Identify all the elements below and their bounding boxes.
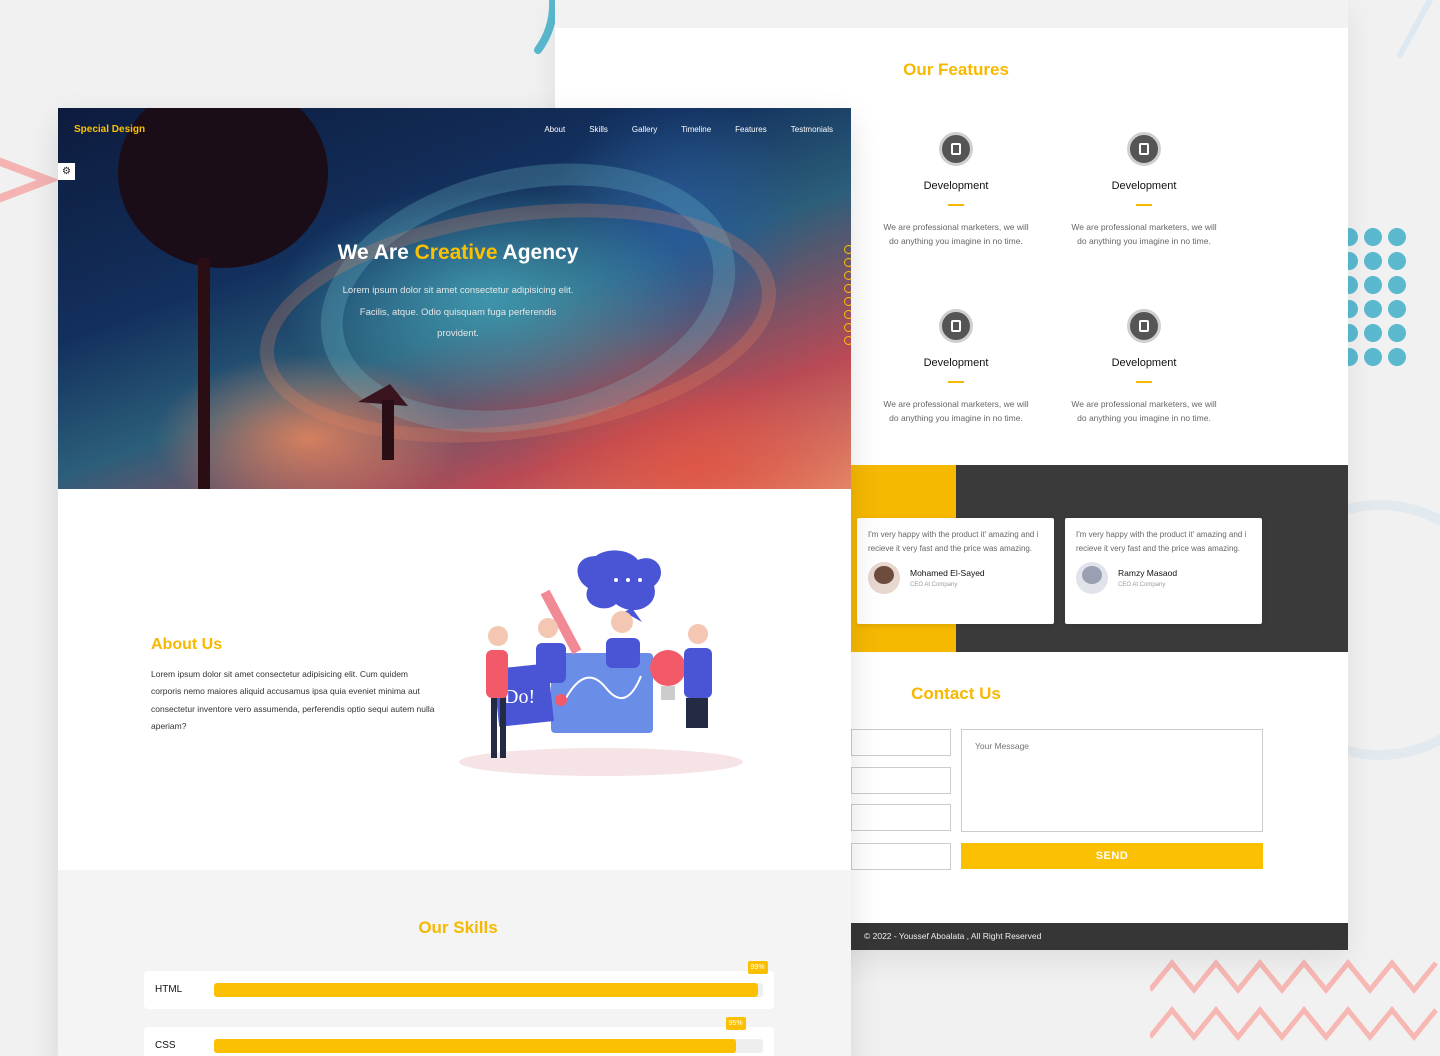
send-button[interactable]: SEND [961, 843, 1263, 869]
previous-section-strip [555, 0, 1348, 28]
zigzag-decoration-icon [1150, 959, 1438, 1041]
feature-card: Development We are professional marketer… [1069, 309, 1219, 425]
testimonial-card: I'm very happy with the product it' amaz… [857, 518, 1054, 624]
feature-card: Development We are professional marketer… [881, 309, 1031, 425]
feature-title: Development [1111, 180, 1177, 192]
about-title: About Us [151, 636, 223, 653]
feature-text: We are professional marketers, we will d… [883, 222, 1029, 246]
skill-progress-track: 99% [214, 961, 768, 997]
hero-title: We Are Creative Agency [58, 241, 851, 265]
message-field[interactable] [961, 729, 1263, 832]
skill-progress-fill [214, 983, 758, 997]
feature-text: We are professional marketers, we will d… [883, 399, 1029, 423]
hero-title-suffix: Agency [497, 241, 579, 264]
bullet-dot[interactable] [844, 284, 851, 293]
calendar-icon [1127, 309, 1161, 343]
email-field[interactable] [851, 767, 951, 794]
feature-card: Development We are professional marketer… [1069, 132, 1219, 248]
copy-icon [939, 309, 973, 343]
avatar [868, 562, 900, 594]
bullet-dot[interactable] [844, 336, 851, 345]
testimonial-role: CEO At Company [910, 582, 958, 588]
svg-text:Do!: Do! [504, 686, 535, 708]
skills-section: Our Skills HTML 99% CSS 95% [58, 870, 851, 1056]
feature-text: We are professional marketers, we will d… [1071, 222, 1217, 246]
team-illustration: Do! [459, 550, 743, 776]
testimonial-quote: I'm very happy with the product it' amaz… [1076, 530, 1247, 553]
testimonial-name: Mohamed El-Sayed [910, 568, 985, 578]
document-icon [1127, 132, 1161, 166]
skill-row: HTML 99% [144, 961, 774, 1009]
dot-grid-decoration [1340, 228, 1420, 368]
bullet-dot[interactable] [844, 297, 851, 306]
feature-divider [1136, 381, 1152, 383]
feature-card: Development We are professional marketer… [881, 132, 1031, 248]
feature-divider [948, 204, 964, 206]
feature-divider [1136, 204, 1152, 206]
nav-item-about[interactable]: About [544, 125, 565, 134]
skill-name: CSS [155, 1040, 176, 1051]
bullet-dot[interactable] [844, 323, 851, 332]
nav-item-testimonials[interactable]: Testmonials [791, 125, 833, 134]
bullet-dot[interactable] [844, 310, 851, 319]
nav-item-gallery[interactable]: Gallery [632, 125, 657, 134]
footer: © 2022 - Youssef Aboalata , All Right Re… [851, 923, 1348, 950]
bullet-dot[interactable] [844, 245, 851, 254]
testimonial-name: Ramzy Masaod [1118, 568, 1178, 578]
nav-item-timeline[interactable]: Timeline [681, 125, 711, 134]
skill-percent-badge: 99% [747, 961, 768, 974]
feature-divider [948, 381, 964, 383]
testimonial-quote: I'm very happy with the product it' amaz… [868, 530, 1039, 553]
feature-title: Development [923, 180, 989, 192]
chevron-decoration-icon [0, 157, 60, 203]
about-text: Lorem ipsum dolor sit amet consectetur a… [151, 669, 435, 731]
skill-progress-track: 95% [214, 1017, 763, 1053]
testimonial-role: CEO At Company [1118, 582, 1166, 588]
skill-progress-fill [214, 1039, 736, 1053]
features-title: Our Features [903, 60, 1009, 79]
main-nav: About Skills Gallery Timeline Features T… [544, 125, 833, 134]
bullet-dot[interactable] [844, 271, 851, 280]
skill-name: HTML [155, 984, 183, 995]
hero-text: Lorem ipsum dolor sit amet consectetur a… [342, 285, 574, 339]
phone-field[interactable] [851, 804, 951, 831]
nav-item-skills[interactable]: Skills [589, 125, 608, 134]
nav-item-features[interactable]: Features [735, 125, 767, 134]
subject-field[interactable] [851, 843, 951, 870]
name-field[interactable] [851, 729, 951, 756]
database-icon [939, 132, 973, 166]
gear-icon[interactable]: ⚙ [58, 163, 75, 180]
testimonial-card: I'm very happy with the product it' amaz… [1065, 518, 1262, 624]
hero-title-highlight: Creative [414, 241, 498, 264]
skill-row: CSS 95% [144, 1017, 774, 1056]
section-bullets [844, 245, 851, 349]
skills-title: Our Skills [418, 918, 498, 937]
feature-title: Development [923, 357, 989, 369]
feature-title: Development [1111, 357, 1177, 369]
showcase-canvas: Our Features Development We are professi… [0, 0, 1440, 1056]
hero-title-prefix: We Are [337, 241, 415, 264]
logo[interactable]: Special Design [74, 124, 145, 135]
testimonial-user: Ramzy Masaod CEO At Company [1076, 562, 1251, 594]
avatar [1076, 562, 1108, 594]
testimonial-user: Mohamed El-Sayed CEO At Company [868, 562, 1043, 594]
umbrella-figure-icon [358, 384, 408, 460]
skill-percent-badge: 95% [725, 1017, 746, 1030]
bullet-dot[interactable] [844, 258, 851, 267]
feature-text: We are professional marketers, we will d… [1071, 399, 1217, 423]
hero-section: Special Design About Skills Gallery Time… [58, 108, 851, 489]
tree-trunk [198, 258, 210, 489]
page-mockup-left: Special Design About Skills Gallery Time… [58, 108, 851, 1056]
line-decoration-icon [1397, 0, 1433, 58]
